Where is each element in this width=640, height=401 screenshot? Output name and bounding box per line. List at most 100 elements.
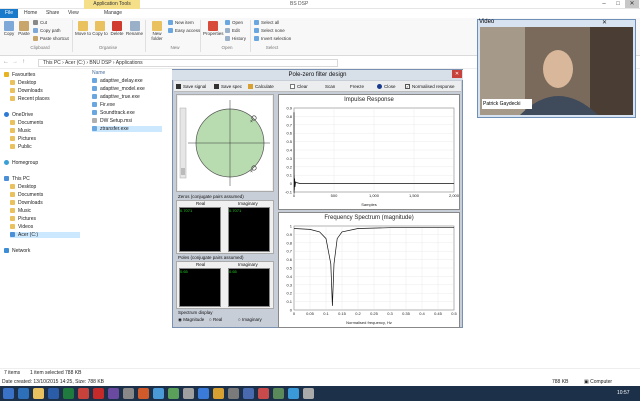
nav-item-pc-downloads[interactable]: Downloads [10,200,43,206]
app-icon-3[interactable] [138,388,149,399]
app-icon-5[interactable] [168,388,179,399]
list-item[interactable]: adaptive_model.exe [92,86,145,92]
easy-access-button[interactable]: Easy access [168,28,200,34]
invert-selection-button[interactable]: Invert selection [254,36,291,42]
nav-item-downloads[interactable]: Downloads [10,88,43,94]
tab-home[interactable]: Home [20,9,41,18]
z-plane-scroll-thumb[interactable] [181,168,185,175]
nav-item-documents[interactable]: Documents [10,120,43,126]
word-icon[interactable] [48,388,59,399]
scan-button[interactable]: Scan [325,82,335,91]
pole-real-list[interactable]: 0.65 [179,268,221,307]
z-plane-plot[interactable]: × × [178,96,272,190]
z-plane-scrollbar[interactable] [179,107,187,179]
nav-this-pc[interactable]: This PC [4,176,30,182]
list-item[interactable]: Soundtrack.exe [92,110,135,116]
back-icon[interactable]: ← [3,59,9,65]
history-button[interactable]: History [225,36,246,42]
nav-item-pc-documents[interactable]: Documents [10,192,43,198]
move-to-button[interactable]: Move to [75,21,91,39]
freeze-button[interactable]: Freeze [350,82,364,91]
nav-item-pc-desktop[interactable]: Desktop [10,184,36,190]
impulse-response-chart[interactable]: 0.90.80.70.60.50.40.30.20.10-0.10 500 1,00… [278,104,460,208]
app-icon-6[interactable] [183,388,194,399]
nav-item-public[interactable]: Public [10,144,32,150]
minimize-button[interactable]: – [597,0,611,8]
nav-item-acer-c[interactable]: Acer (C:) [10,232,80,238]
new-item-button[interactable]: New item [168,20,194,26]
app-icon-7[interactable] [198,388,209,399]
open-button[interactable]: Open [225,20,243,26]
explorer-icon[interactable] [33,388,44,399]
app-icon-13[interactable] [288,388,299,399]
calculate-button[interactable]: Calculate [248,82,274,91]
rename-button[interactable]: Rename [126,21,143,39]
nav-item-pictures[interactable]: Pictures [10,136,36,142]
tab-manage[interactable]: Manage [100,9,126,18]
forward-icon[interactable]: → [12,59,18,65]
address-bar[interactable]: This PC › Acer (C:) › BNU DSP › Applicat… [38,59,338,67]
app-icon-8[interactable] [213,388,224,399]
video-close-icon[interactable]: ✕ [602,19,607,26]
application-tools-tab[interactable]: Application Tools [84,0,140,9]
cut-button[interactable]: Cut [33,20,47,26]
powerpoint-icon[interactable] [78,388,89,399]
app-icon-1[interactable] [108,388,119,399]
radio-real[interactable]: ○ Real [209,317,222,322]
column-header-name[interactable]: Name [92,70,105,76]
app-icon-9[interactable] [228,388,239,399]
paste-shortcut-button[interactable]: Paste shortcut [33,36,69,42]
maximize-button[interactable]: □ [611,0,625,8]
nav-network[interactable]: Network [4,248,30,254]
radio-magnitude[interactable]: ◉ Magnitude [178,317,204,323]
nav-onedrive[interactable]: OneDrive [4,112,33,118]
nav-item-pc-pictures[interactable]: Pictures [10,216,36,222]
tab-view[interactable]: View [64,9,83,18]
list-item[interactable]: DW Setup.msi [92,118,132,124]
paste-button[interactable]: Paste [17,21,31,39]
select-none-button[interactable]: Select none [254,28,285,34]
pole-marker-lower[interactable]: × [250,169,253,175]
frequency-spectrum-chart[interactable]: 10.90.80.70.60.50.40.30.20.100 0.05 0.1 0.1… [278,222,460,326]
normalised-response-checkbox[interactable]: ✓ Normalised response [405,82,455,91]
copy-to-button[interactable]: Copy to [92,21,108,39]
clear-button[interactable]: Clear [290,82,308,91]
nav-item-recent-places[interactable]: Recent places [10,96,50,102]
list-item[interactable]: Fir.exe [92,102,115,108]
copy-path-button[interactable]: Copy path [33,28,61,34]
new-folder-button[interactable]: New folder [148,21,166,41]
acrobat-icon[interactable] [93,388,104,399]
edit-button[interactable]: Edit [225,28,240,34]
ie-icon[interactable] [18,388,29,399]
pz-close-tool-button[interactable]: Close [377,82,396,91]
pole-imag-list[interactable]: 0.65 [228,268,270,307]
save-signal-button[interactable]: Save signal [176,82,206,91]
list-item[interactable]: adaptive_true.exe [92,94,140,100]
pole-marker-upper[interactable]: × [250,119,253,125]
app-icon-4[interactable] [153,388,164,399]
nav-item-music[interactable]: Music [10,128,31,134]
radio-imaginary[interactable]: ○ Imaginary [238,317,262,322]
start-icon[interactable] [3,388,14,399]
zero-imag-list[interactable]: 0.7071 [228,207,270,252]
nav-item-desktop[interactable]: Desktop [10,80,36,86]
app-icon-10[interactable] [243,388,254,399]
tab-file[interactable]: File [0,9,18,18]
tab-share[interactable]: Share [42,9,63,18]
zero-real-list[interactable]: 0.7071 [179,207,221,252]
delete-button[interactable]: Delete [109,21,125,39]
app-icon-12[interactable] [273,388,284,399]
nav-homegroup[interactable]: Homegroup [4,160,38,166]
nav-item-pc-music[interactable]: Music [10,208,31,214]
select-all-button[interactable]: Select all [254,20,279,26]
nav-favourites[interactable]: Favourites [4,72,35,78]
properties-button[interactable]: Properties [203,21,224,39]
excel-icon[interactable] [63,388,74,399]
app-icon-14[interactable] [303,388,314,399]
app-icon-2[interactable] [123,388,134,399]
list-item-selected[interactable]: ztransfer.exe [92,126,162,132]
pz-close-button[interactable]: ✕ [452,70,462,78]
save-spec-button[interactable]: Save spec [214,82,242,91]
up-icon[interactable]: ↑ [22,59,25,65]
close-button[interactable]: ✕ [625,0,639,8]
